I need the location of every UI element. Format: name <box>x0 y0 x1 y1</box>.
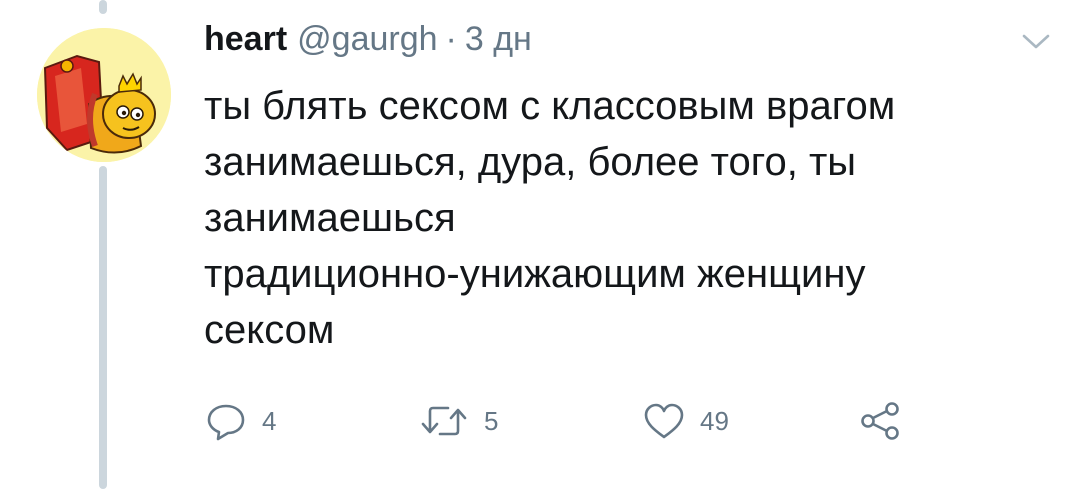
tweet-timestamp[interactable]: 3 дн <box>465 20 532 59</box>
header-separator: · <box>445 20 457 58</box>
avatar-illustration <box>37 28 171 162</box>
reply-count: 4 <box>262 405 277 436</box>
tweet-text: ты блять сексом с классовым врагом заним… <box>204 78 1064 358</box>
retweet-icon <box>421 406 467 436</box>
author-display-name[interactable]: heart <box>204 20 287 59</box>
avatar[interactable] <box>37 28 171 162</box>
tweet-text-line: сексом <box>204 308 335 352</box>
tweet-text-line: занимаешься, дура, более того, ты <box>204 140 857 184</box>
share-icon <box>861 402 899 440</box>
heart-icon <box>644 403 684 439</box>
tweet-text-line: традиционно-унижающим женщину <box>204 252 866 296</box>
tweet-actions: 4 5 49 <box>0 396 1079 446</box>
tweet-text-line: занимаешься <box>204 196 456 240</box>
chevron-down-icon <box>1022 34 1050 49</box>
reply-button[interactable]: 4 <box>204 396 276 446</box>
share-button[interactable] <box>858 396 902 446</box>
retweet-button[interactable]: 5 <box>418 396 498 446</box>
tweet-menu-button[interactable] <box>1018 30 1054 54</box>
tweet-text-line: ты блять сексом с классовым врагом <box>204 84 896 128</box>
author-handle[interactable]: @gaurgh <box>297 20 437 59</box>
thread-line-top <box>99 0 107 14</box>
like-count: 49 <box>700 405 729 436</box>
like-button[interactable]: 49 <box>642 396 729 446</box>
tweet-header: heart @gaurgh · 3 дн <box>204 20 532 70</box>
reply-icon <box>207 404 245 441</box>
retweet-count: 5 <box>484 405 499 436</box>
